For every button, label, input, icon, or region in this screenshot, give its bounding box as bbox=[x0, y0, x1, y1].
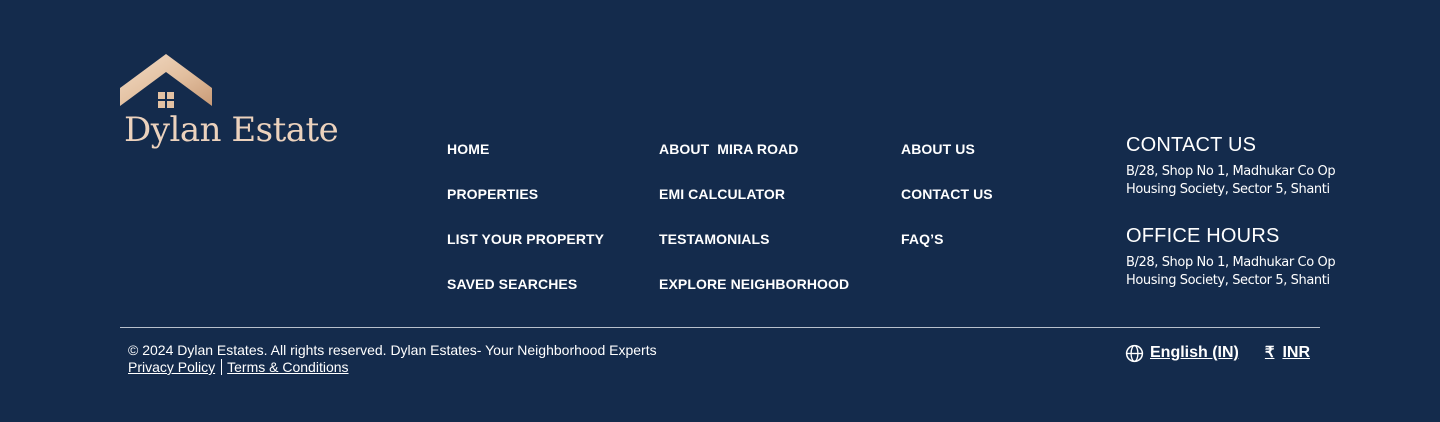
footer-nav-column-1: HOME PROPERTIES LIST YOUR PROPERTY SAVED… bbox=[447, 140, 604, 320]
nav-link-list-your-property[interactable]: LIST YOUR PROPERTY bbox=[447, 231, 604, 247]
copyright-text: © 2024 Dylan Estates. All rights reserve… bbox=[128, 342, 657, 358]
language-label: English (IN) bbox=[1150, 344, 1239, 361]
footer-nav-column-2: ABOUT MIRA ROAD EMI CALCULATOR TESTAMONI… bbox=[659, 140, 849, 320]
legal-links: Privacy Policy Terms & Conditions bbox=[128, 359, 349, 375]
brand-name: Dylan Estate bbox=[124, 110, 339, 150]
nav-link-faqs[interactable]: FAQ’S bbox=[901, 231, 944, 247]
nav-link-contact-us[interactable]: CONTACT US bbox=[901, 186, 993, 202]
house-roof-icon bbox=[120, 54, 212, 108]
nav-link-explore-neighborhood[interactable]: EXPLORE NEIGHBORHOOD bbox=[659, 276, 849, 292]
site-footer: Dylan Estate HOME PROPERTIES LIST YOUR P… bbox=[0, 0, 1440, 422]
privacy-policy-link[interactable]: Privacy Policy bbox=[128, 359, 215, 375]
nav-link-testimonials[interactable]: TESTAMONIALS bbox=[659, 231, 770, 247]
language-selector[interactable]: English (IN) bbox=[1125, 343, 1239, 363]
currency-selector[interactable]: ₹ INR bbox=[1265, 343, 1310, 363]
globe-icon bbox=[1125, 344, 1144, 362]
office-hours-text: B/28, Shop No 1, Madhukar Co Op Housing … bbox=[1126, 255, 1336, 288]
nav-link-saved-searches[interactable]: SAVED SEARCHES bbox=[447, 276, 577, 292]
office-hours-title: OFFICE HOURS bbox=[1126, 225, 1280, 247]
contact-title: CONTACT US bbox=[1126, 134, 1257, 156]
legal-separator bbox=[221, 359, 223, 375]
currency-label: INR bbox=[1282, 344, 1310, 361]
footer-preferences: English (IN) ₹ INR bbox=[1125, 343, 1310, 363]
contact-section: CONTACT US B/28, Shop No 1, Madhukar Co … bbox=[1126, 133, 1376, 290]
nav-link-properties[interactable]: PROPERTIES bbox=[447, 186, 538, 202]
brand-logo[interactable]: Dylan Estate bbox=[120, 52, 360, 162]
rupee-icon: ₹ bbox=[1264, 344, 1275, 361]
footer-nav-column-3: ABOUT US CONTACT US FAQ’S bbox=[901, 140, 993, 275]
nav-link-home[interactable]: HOME bbox=[447, 141, 489, 157]
terms-conditions-link[interactable]: Terms & Conditions bbox=[227, 359, 348, 375]
footer-divider bbox=[120, 327, 1320, 328]
nav-link-about-us[interactable]: ABOUT US bbox=[901, 141, 975, 157]
contact-address: B/28, Shop No 1, Madhukar Co Op Housing … bbox=[1126, 164, 1336, 197]
nav-link-about-mira-road[interactable]: ABOUT MIRA ROAD bbox=[659, 141, 799, 157]
nav-link-emi-calculator[interactable]: EMI CALCULATOR bbox=[659, 186, 785, 202]
